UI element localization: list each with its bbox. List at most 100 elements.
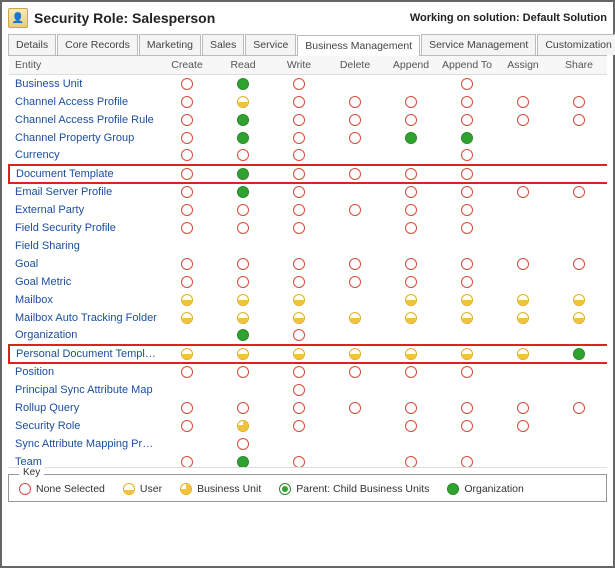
privilege-none-icon[interactable] [293, 114, 305, 126]
privilege-cell[interactable] [327, 417, 383, 435]
privilege-none-icon[interactable] [405, 420, 417, 432]
privilege-cell[interactable] [215, 363, 271, 381]
privilege-cell[interactable] [327, 93, 383, 111]
privilege-cell[interactable] [495, 237, 551, 255]
privilege-cell[interactable] [383, 255, 439, 273]
privilege-user-icon[interactable] [293, 348, 305, 360]
privilege-cell[interactable] [495, 309, 551, 327]
privilege-user-icon[interactable] [237, 312, 249, 324]
privilege-none-icon[interactable] [461, 456, 473, 468]
privilege-none-icon[interactable] [349, 258, 361, 270]
privilege-user-icon[interactable] [517, 294, 529, 306]
privilege-cell[interactable] [495, 453, 551, 469]
privilege-user-icon[interactable] [461, 312, 473, 324]
privilege-cell[interactable] [215, 75, 271, 93]
privilege-cell[interactable] [327, 111, 383, 129]
entity-link[interactable]: Document Template [9, 165, 159, 183]
entity-link[interactable]: Channel Access Profile [9, 93, 159, 111]
privilege-cell[interactable] [327, 327, 383, 345]
entity-link[interactable]: Principal Sync Attribute Map [9, 381, 159, 399]
privilege-cell[interactable] [271, 291, 327, 309]
privilege-cell[interactable] [271, 453, 327, 469]
privilege-cell[interactable] [495, 255, 551, 273]
privilege-none-icon[interactable] [405, 456, 417, 468]
privilege-org-icon[interactable] [405, 132, 417, 144]
privilege-cell[interactable] [327, 345, 383, 363]
privilege-none-icon[interactable] [405, 366, 417, 378]
privilege-none-icon[interactable] [349, 402, 361, 414]
privilege-cell[interactable] [551, 435, 607, 453]
privilege-none-icon[interactable] [181, 168, 193, 180]
privilege-cell[interactable] [215, 93, 271, 111]
privilege-cell[interactable] [383, 165, 439, 183]
privilege-none-icon[interactable] [461, 114, 473, 126]
privilege-cell[interactable] [159, 201, 215, 219]
privilege-cell[interactable] [271, 417, 327, 435]
privilege-none-icon[interactable] [181, 204, 193, 216]
privilege-cell[interactable] [495, 111, 551, 129]
privilege-cell[interactable] [551, 183, 607, 201]
privilege-cell[interactable] [439, 237, 495, 255]
privilege-none-icon[interactable] [293, 204, 305, 216]
entity-link[interactable]: Goal [9, 255, 159, 273]
privilege-cell[interactable] [327, 75, 383, 93]
privilege-cell[interactable] [551, 381, 607, 399]
privilege-org-icon[interactable] [237, 132, 249, 144]
privilege-cell[interactable] [439, 165, 495, 183]
privilege-cell[interactable] [495, 417, 551, 435]
privilege-cell[interactable] [383, 435, 439, 453]
privilege-cell[interactable] [271, 75, 327, 93]
privilege-cell[interactable] [159, 183, 215, 201]
privilege-cell[interactable] [215, 219, 271, 237]
privilege-none-icon[interactable] [181, 276, 193, 288]
privilege-cell[interactable] [551, 399, 607, 417]
privilege-none-icon[interactable] [181, 96, 193, 108]
privilege-cell[interactable] [495, 291, 551, 309]
privilege-cell[interactable] [271, 363, 327, 381]
privilege-cell[interactable] [215, 291, 271, 309]
privilege-none-icon[interactable] [405, 258, 417, 270]
tab-service[interactable]: Service [245, 34, 296, 55]
privilege-cell[interactable] [495, 183, 551, 201]
privilege-none-icon[interactable] [461, 96, 473, 108]
tab-busmgmt[interactable]: Business Management [297, 35, 420, 56]
privilege-user-icon[interactable] [349, 348, 361, 360]
privilege-none-icon[interactable] [405, 204, 417, 216]
privilege-none-icon[interactable] [181, 456, 193, 468]
privilege-user-icon[interactable] [405, 312, 417, 324]
privilege-cell[interactable] [439, 327, 495, 345]
tab-svcmgmt[interactable]: Service Management [421, 34, 536, 55]
privilege-cell[interactable] [383, 237, 439, 255]
privilege-none-icon[interactable] [237, 402, 249, 414]
privilege-cell[interactable] [271, 165, 327, 183]
privilege-none-icon[interactable] [573, 402, 585, 414]
privilege-cell[interactable] [383, 399, 439, 417]
privilege-none-icon[interactable] [293, 456, 305, 468]
privilege-cell[interactable] [159, 129, 215, 147]
privilege-none-icon[interactable] [461, 78, 473, 90]
privilege-cell[interactable] [271, 435, 327, 453]
entity-link[interactable]: Goal Metric [9, 273, 159, 291]
privilege-none-icon[interactable] [461, 258, 473, 270]
privilege-cell[interactable] [159, 93, 215, 111]
entity-link[interactable]: Channel Property Group [9, 129, 159, 147]
privilege-none-icon[interactable] [405, 222, 417, 234]
entity-link[interactable]: Position [9, 363, 159, 381]
privilege-cell[interactable] [383, 291, 439, 309]
privilege-cell[interactable] [383, 93, 439, 111]
privilege-cell[interactable] [215, 309, 271, 327]
privilege-cell[interactable] [383, 129, 439, 147]
privilege-org-icon[interactable] [237, 114, 249, 126]
privilege-cell[interactable] [159, 291, 215, 309]
privilege-cell[interactable] [159, 237, 215, 255]
privilege-cell[interactable] [495, 165, 551, 183]
privilege-cell[interactable] [327, 129, 383, 147]
privilege-cell[interactable] [383, 273, 439, 291]
privilege-cell[interactable] [215, 255, 271, 273]
privilege-cell[interactable] [159, 363, 215, 381]
privilege-cell[interactable] [271, 237, 327, 255]
privilege-none-icon[interactable] [293, 276, 305, 288]
privilege-cell[interactable] [439, 75, 495, 93]
privilege-cell[interactable] [383, 111, 439, 129]
privilege-none-icon[interactable] [293, 420, 305, 432]
